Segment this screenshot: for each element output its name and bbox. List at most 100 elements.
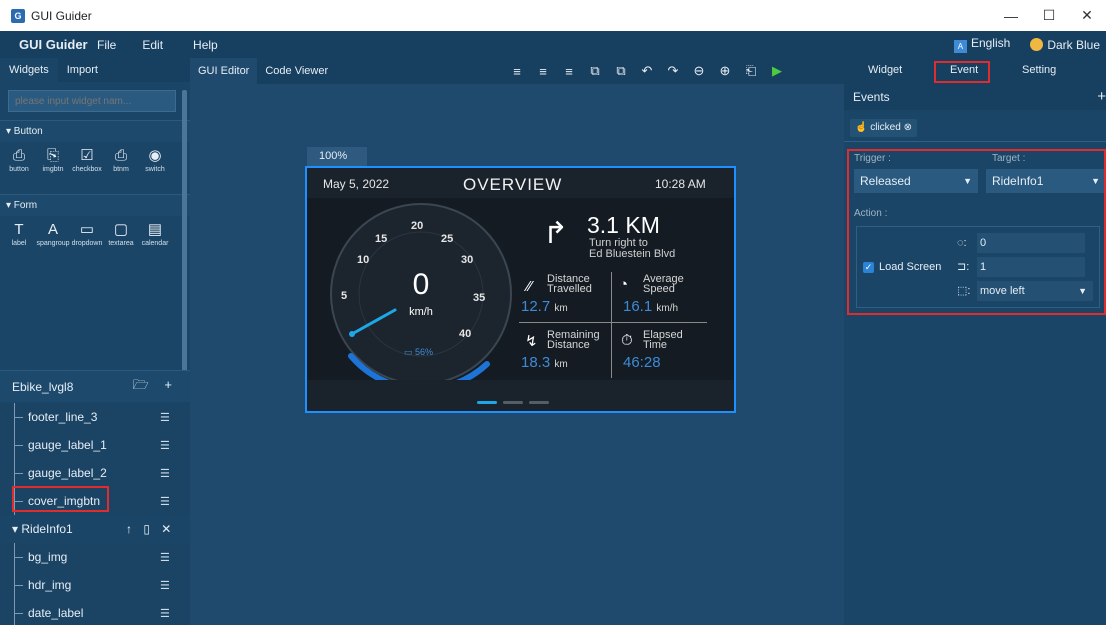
nav-distance[interactable]: 3.1 KM — [587, 212, 660, 239]
zoom-in-icon[interactable]: ⊕ — [714, 63, 736, 79]
widget-label-text: dropdown — [71, 240, 103, 247]
zoom-out-icon[interactable]: ⊖ — [688, 63, 710, 79]
route-icon: ↯ — [525, 333, 538, 350]
widget-dropdown[interactable]: ▭ dropdown — [70, 220, 104, 260]
widget-textarea[interactable]: ▢ textarea — [104, 220, 138, 260]
redo-icon[interactable]: ↷ — [662, 63, 684, 79]
page-dot[interactable] — [503, 401, 523, 404]
tree-item-label: gauge_label_1 — [28, 438, 107, 452]
average-speed-value[interactable]: 16.1 km/h — [623, 298, 678, 315]
bring-front-icon[interactable]: ⧉ — [584, 63, 606, 79]
left-panel: Widgets Import ▾ Button ⎙ button ⎘ imgbtn … — [0, 58, 190, 625]
tree-item-label: hdr_img — [28, 578, 72, 592]
theme-selector[interactable]: Dark Blue — [1030, 37, 1100, 52]
list-icon[interactable]: ☰ — [160, 579, 170, 592]
tab-widget[interactable]: Widget — [868, 64, 902, 76]
widget-button[interactable]: ⎙ button — [2, 146, 36, 186]
section-form-header[interactable]: ▾ Form — [0, 194, 190, 216]
tree-item-hdr-img[interactable]: hdr_img ☰ — [0, 571, 190, 599]
editor-toolbar: GUI Editor Code Viewer ≡ ≡ ≡ ⧉ ⧉ ↶ ↷ ⊖ ⊕… — [190, 58, 844, 84]
align-center-icon[interactable]: ≡ — [532, 64, 554, 79]
widget-calendar[interactable]: ▤ calendar — [138, 220, 172, 260]
elapsed-time-value[interactable]: 46:28 — [623, 354, 661, 371]
tree-group-rideinfo1[interactable]: ▾ RideInfo1 ↑ ▯ ✕ — [0, 515, 190, 543]
widget-imgbtn[interactable]: ⎘ imgbtn — [36, 146, 70, 186]
menu-edit[interactable]: Edit — [142, 38, 163, 52]
widget-switch[interactable]: ◉ switch — [138, 146, 172, 186]
align-right-icon[interactable]: ≡ — [558, 64, 580, 79]
cell-value: 12.7 — [521, 298, 551, 315]
widget-spangroup[interactable]: Aspangroup — [36, 220, 70, 260]
run-simulator-icon[interactable]: ▶ — [766, 63, 788, 79]
screen-preview[interactable]: May 5, 2022 OVERVIEW 10:28 AM 5 10 15 20… — [305, 166, 736, 413]
widget-tree: footer_line_3 ☰ gauge_label_1 ☰ gauge_labe… — [0, 403, 190, 625]
widget-label[interactable]: Tlabel — [2, 220, 36, 260]
generate-code-icon[interactable]: ⎗ — [740, 63, 762, 79]
list-icon[interactable]: ☰ — [160, 411, 170, 424]
cell-value: 16.1 — [623, 298, 653, 315]
distance-travelled-value[interactable]: 12.7 km — [521, 298, 568, 315]
add-event-button[interactable]: + — [1097, 84, 1106, 110]
tree-item-label: footer_line_3 — [28, 410, 98, 424]
elapsed-time-title: Elapsed Time — [643, 330, 683, 351]
list-icon[interactable]: ☰ — [160, 495, 170, 508]
send-back-icon[interactable]: ⧉ — [610, 63, 632, 79]
widget-label: btnm — [113, 166, 129, 173]
events-header: Events + — [844, 84, 1106, 110]
tab-code-viewer[interactable]: Code Viewer — [257, 58, 336, 84]
remove-event-icon[interactable]: ⊗ — [904, 122, 912, 133]
widget-btnm[interactable]: ⎙ btnm — [104, 146, 138, 186]
list-icon[interactable]: ☰ — [160, 439, 170, 452]
group-actions-icon[interactable]: ↑ ▯ ✕ — [126, 522, 175, 536]
speed-unit: km/h — [409, 306, 433, 318]
minimize-button[interactable]: — — [992, 0, 1030, 31]
brand-label: GUI Guider — [19, 37, 88, 52]
tree-item-bg-img[interactable]: bg_img ☰ — [0, 543, 190, 571]
page-dot-active[interactable] — [477, 401, 497, 404]
toolbar-tools: ≡ ≡ ≡ ⧉ ⧉ ↶ ↷ ⊖ ⊕ ⎗ ▶ — [506, 58, 792, 84]
list-icon[interactable]: ☰ — [160, 607, 170, 620]
label-widget-icon: T — [14, 221, 24, 238]
gauge-tick-label: 5 — [341, 290, 348, 302]
tab-gui-editor[interactable]: GUI Editor — [190, 58, 258, 84]
tree-item-date-label[interactable]: date_label ☰ — [0, 599, 190, 625]
tab-setting[interactable]: Setting — [1022, 64, 1056, 76]
event-chip-clicked[interactable]: ☝ clicked ⊗ — [850, 119, 917, 137]
language-label: English — [970, 36, 1011, 50]
list-icon[interactable]: ☰ — [160, 467, 170, 480]
gauge-tick-label: 10 — [357, 254, 370, 266]
menu-help[interactable]: Help — [193, 38, 218, 52]
tab-widgets[interactable]: Widgets — [0, 58, 58, 82]
list-icon[interactable]: ☰ — [160, 551, 170, 564]
maximize-button[interactable]: ☐ — [1030, 0, 1068, 31]
textarea-widget-icon: ▢ — [113, 221, 129, 238]
checkbox-widget-icon: ☑ — [80, 147, 94, 164]
tree-item-gauge-label-2[interactable]: gauge_label_2 ☰ — [0, 459, 190, 487]
menu-file[interactable]: File — [97, 38, 116, 52]
widget-search-input[interactable] — [8, 90, 176, 112]
close-button[interactable]: ✕ — [1068, 0, 1106, 31]
highlight-cover-imgbtn — [12, 486, 109, 512]
widget-checkbox[interactable]: ☑ checkbox — [70, 146, 104, 186]
events-separator — [844, 141, 1106, 142]
gauge-tick-label: 40 — [459, 328, 472, 340]
language-selector[interactable]: A English — [953, 36, 1011, 53]
highlight-event-tab — [934, 61, 990, 83]
right-panel: Widget Event Setting Events + ☝ clicked … — [844, 58, 1106, 625]
project-actions-icon[interactable]: 🗁 + — [133, 376, 178, 398]
grid-divider-h — [519, 322, 707, 323]
page-dot[interactable] — [529, 401, 549, 404]
undo-icon[interactable]: ↶ — [636, 63, 658, 79]
widget-scrollbar[interactable] — [182, 90, 187, 380]
tree-item-gauge-label-1[interactable]: gauge_label_1 ☰ — [0, 431, 190, 459]
project-header: Ebike_lvgl8 🗁 + — [0, 370, 190, 402]
speed-value[interactable]: 0 — [391, 268, 451, 302]
section-button-header[interactable]: ▾ Button — [0, 120, 190, 142]
tree-item-footer-line-3[interactable]: footer_line_3 ☰ — [0, 403, 190, 431]
screen-footer — [307, 380, 734, 411]
battery-label: ▭ 56% — [404, 347, 433, 358]
tab-import[interactable]: Import — [58, 58, 107, 82]
align-left-icon[interactable]: ≡ — [506, 64, 528, 79]
remaining-distance-value[interactable]: 18.3 km — [521, 354, 568, 371]
project-name: Ebike_lvgl8 — [12, 379, 74, 394]
